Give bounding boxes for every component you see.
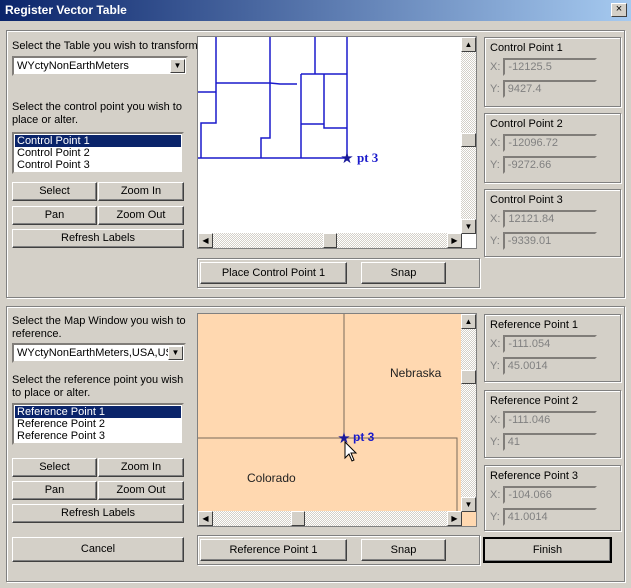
state-lines: ★ xyxy=(198,314,458,511)
zoom-in-button[interactable]: Zoom In xyxy=(98,182,184,201)
y-field[interactable]: 41 xyxy=(502,433,597,451)
scroll-right-icon[interactable]: ▶ xyxy=(447,511,462,526)
y-field[interactable]: 45.0014 xyxy=(502,357,597,375)
scroll-thumb[interactable] xyxy=(291,511,305,526)
y-label: Y: xyxy=(490,83,500,95)
list-item[interactable]: Control Point 3 xyxy=(15,159,181,171)
list-item[interactable]: Control Point 2 xyxy=(15,147,181,159)
y-field[interactable]: 41.0014 xyxy=(502,508,597,526)
map-window-value: WYctyNonEarthMeters,USA,USA xyxy=(17,347,181,359)
scroll-down-icon[interactable]: ▼ xyxy=(461,497,476,512)
box-title: Control Point 1 xyxy=(490,42,563,54)
county-lines: ★ xyxy=(198,37,354,167)
list-item[interactable]: Reference Point 1 xyxy=(15,406,181,418)
reference-point-2-box: Reference Point 2 X: -111.046 Y: 41 xyxy=(484,390,621,458)
box-title: Reference Point 2 xyxy=(490,395,579,407)
scroll-right-icon[interactable]: ▶ xyxy=(447,233,462,248)
y-label: Y: xyxy=(490,235,500,247)
map-window-prompt: Select the Map Window you wish to refere… xyxy=(12,315,186,340)
vertical-scrollbar[interactable]: ▲ ▼ xyxy=(461,37,476,234)
control-point-list[interactable]: Control Point 1 Control Point 2 Control … xyxy=(12,132,184,174)
star-icon: ★ xyxy=(340,150,353,167)
state-label-nebraska: Nebraska xyxy=(390,366,442,380)
x-field[interactable]: -12125.5 xyxy=(503,58,598,76)
y-label: Y: xyxy=(490,511,500,523)
refresh-labels-button[interactable]: Refresh Labels xyxy=(12,229,184,248)
point-label: pt 3 xyxy=(353,430,375,444)
scroll-thumb[interactable] xyxy=(323,233,337,248)
horizontal-scrollbar[interactable]: ◀ ▶ xyxy=(198,233,462,248)
vertical-scrollbar[interactable]: ▲ ▼ xyxy=(461,314,476,512)
zoom-in-button[interactable]: Zoom In xyxy=(98,458,184,477)
scroll-up-icon[interactable]: ▲ xyxy=(461,314,476,329)
y-label: Y: xyxy=(490,436,500,448)
pan-button[interactable]: Pan xyxy=(12,206,97,225)
y-label: Y: xyxy=(490,159,500,171)
x-label: X: xyxy=(490,414,501,426)
x-field[interactable]: -12096.72 xyxy=(503,134,598,152)
cancel-button[interactable]: Cancel xyxy=(12,537,184,562)
x-label: X: xyxy=(490,213,501,225)
list-item[interactable]: Control Point 1 xyxy=(15,135,181,147)
box-title: Reference Point 3 xyxy=(490,470,579,482)
reference-point-1-box: Reference Point 1 X: -111.054 Y: 45.0014 xyxy=(484,314,621,382)
reference-map[interactable]: ★ pt 3 Nebraska Colorado ▲ ▼ ◀ ▶ xyxy=(197,313,477,527)
title-bar: Register Vector Table xyxy=(0,0,631,21)
scroll-left-icon[interactable]: ◀ xyxy=(198,233,213,248)
x-field[interactable]: -104.066 xyxy=(503,486,598,504)
place-control-point-button[interactable]: Place Control Point 1 xyxy=(200,262,347,284)
state-label-colorado: Colorado xyxy=(247,471,296,485)
point-prompt: Select the control point you wish to pla… xyxy=(12,101,182,126)
control-point-3-box: Control Point 3 X: 12121.84 Y: -9339.01 xyxy=(484,189,621,257)
reference-prompt: Select the reference point you wish to p… xyxy=(12,374,184,399)
control-point-1-box: Control Point 1 X: -12125.5 Y: 9427.4 xyxy=(484,37,621,107)
place-reference-point-button[interactable]: Reference Point 1 xyxy=(200,539,347,561)
point-label: pt 3 xyxy=(357,150,379,165)
select-button[interactable]: Select xyxy=(12,458,97,477)
select-button[interactable]: Select xyxy=(12,182,97,201)
table-select[interactable]: WYctyNonEarthMeters ▼ xyxy=(12,56,188,76)
window-title: Register Vector Table xyxy=(5,3,127,17)
y-label: Y: xyxy=(490,360,500,372)
snap-button[interactable]: Snap xyxy=(361,262,446,284)
finish-button[interactable]: Finish xyxy=(483,537,612,563)
pan-button[interactable]: Pan xyxy=(12,481,97,500)
x-label: X: xyxy=(490,137,501,149)
list-item[interactable]: Reference Point 3 xyxy=(15,430,181,442)
chevron-down-icon[interactable]: ▼ xyxy=(170,59,185,73)
scroll-thumb[interactable] xyxy=(461,370,476,384)
close-button[interactable]: × xyxy=(611,3,627,17)
snap-button[interactable]: Snap xyxy=(361,539,446,561)
box-title: Control Point 2 xyxy=(490,118,563,130)
table-prompt: Select the Table you wish to transform. xyxy=(12,40,201,52)
zoom-out-button[interactable]: Zoom Out xyxy=(98,206,184,225)
scroll-down-icon[interactable]: ▼ xyxy=(461,219,476,234)
zoom-out-button[interactable]: Zoom Out xyxy=(98,481,184,500)
horizontal-scrollbar[interactable]: ◀ ▶ xyxy=(198,511,462,526)
scroll-thumb[interactable] xyxy=(461,133,476,147)
chevron-down-icon[interactable]: ▼ xyxy=(168,346,183,360)
refresh-labels-button[interactable]: Refresh Labels xyxy=(12,504,184,523)
box-title: Reference Point 1 xyxy=(490,319,579,331)
source-map[interactable]: ★ pt 3 ▲ ▼ ◀ ▶ xyxy=(197,36,477,249)
box-title: Control Point 3 xyxy=(490,194,563,206)
y-field[interactable]: -9272.66 xyxy=(502,156,597,174)
y-field[interactable]: -9339.01 xyxy=(502,232,597,250)
reference-point-list[interactable]: Reference Point 1 Reference Point 2 Refe… xyxy=(12,403,184,445)
list-item[interactable]: Reference Point 2 xyxy=(15,418,181,430)
scroll-up-icon[interactable]: ▲ xyxy=(461,37,476,52)
x-field[interactable]: 12121.84 xyxy=(503,210,598,228)
x-field[interactable]: -111.054 xyxy=(503,335,598,353)
reference-point-3-box: Reference Point 3 X: -104.066 Y: 41.0014 xyxy=(484,465,621,531)
table-select-value: WYctyNonEarthMeters xyxy=(17,60,129,72)
x-label: X: xyxy=(490,338,501,350)
star-icon: ★ xyxy=(337,430,350,447)
x-field[interactable]: -111.046 xyxy=(503,411,598,429)
control-point-2-box: Control Point 2 X: -12096.72 Y: -9272.66 xyxy=(484,113,621,183)
scroll-left-icon[interactable]: ◀ xyxy=(198,511,213,526)
x-label: X: xyxy=(490,489,501,501)
map-window-select[interactable]: WYctyNonEarthMeters,USA,USA ▼ xyxy=(12,343,186,363)
x-label: X: xyxy=(490,61,501,73)
y-field[interactable]: 9427.4 xyxy=(502,80,597,98)
